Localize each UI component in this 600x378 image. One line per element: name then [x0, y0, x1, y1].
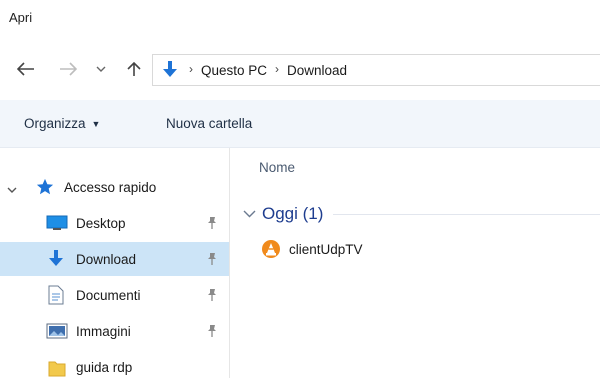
new-folder-button[interactable]: Nuova cartella	[166, 116, 252, 131]
forward-button[interactable]	[58, 59, 78, 79]
sidebar-item-desktop[interactable]: Desktop	[0, 206, 229, 240]
sidebar-item-guida-rdp[interactable]: guida rdp	[0, 350, 229, 378]
caret-down-icon: ▼	[91, 118, 101, 129]
new-folder-label: Nuova cartella	[166, 116, 253, 131]
desktop-icon	[46, 215, 68, 231]
document-icon	[48, 285, 64, 305]
window-title: Apri	[9, 10, 33, 25]
back-button[interactable]	[16, 59, 36, 79]
sidebar-item-label: guida rdp	[76, 360, 133, 375]
sidebar-item-label: Download	[76, 252, 137, 267]
organize-label: Organizza	[24, 116, 86, 131]
organize-button[interactable]: Organizza ▼	[24, 116, 100, 131]
pin-icon[interactable]	[206, 252, 218, 269]
sidebar-item-immagini[interactable]: Immagini	[0, 314, 229, 348]
chevron-down-icon	[96, 66, 106, 72]
folder-icon	[48, 359, 66, 377]
recent-locations-button[interactable]	[94, 59, 108, 79]
star-icon	[36, 178, 54, 196]
breadcrumb-separator: ›	[189, 62, 193, 76]
images-icon	[46, 323, 68, 339]
arrow-left-icon	[17, 62, 34, 76]
pin-icon[interactable]	[206, 288, 218, 305]
pin-icon[interactable]	[206, 324, 218, 341]
arrow-right-icon	[60, 62, 77, 76]
address-bar[interactable]: › Questo PC › Download	[152, 54, 600, 86]
navigation-bar: › Questo PC › Download	[0, 46, 600, 92]
list-item[interactable]: clientUdpTV	[261, 236, 363, 262]
chevron-down-icon[interactable]	[7, 182, 17, 197]
vlc-cone-icon	[261, 239, 281, 259]
sidebar-item-download[interactable]: Download	[0, 242, 229, 276]
pin-icon[interactable]	[206, 216, 218, 233]
breadcrumb-questo-pc[interactable]: Questo PC	[201, 63, 267, 78]
arrow-up-icon	[127, 61, 141, 76]
group-divider	[333, 213, 600, 215]
sidebar-item-label: Immagini	[76, 324, 131, 339]
sidebar-item-label: Desktop	[76, 216, 126, 231]
navigation-pane: Accesso rapido Desktop Download Document…	[0, 148, 230, 378]
breadcrumb-separator: ›	[275, 62, 280, 76]
sidebar-item-documenti[interactable]: Documenti	[0, 278, 229, 312]
command-toolbar: Organizza ▼ Nuova cartella	[0, 100, 600, 148]
download-icon	[46, 249, 66, 269]
group-header-today[interactable]: Oggi (1)	[243, 202, 600, 226]
sidebar-item-label: Accesso rapido	[64, 180, 157, 195]
up-button[interactable]	[124, 59, 144, 79]
sidebar-item-label: Documenti	[76, 288, 141, 303]
file-list-pane: Nome Oggi (1) clientUdpTV	[231, 148, 600, 378]
column-header-name[interactable]: Nome	[259, 160, 295, 175]
group-title: Oggi (1)	[262, 204, 324, 223]
title-bar: Apri	[0, 0, 600, 40]
chevron-down-icon[interactable]	[243, 210, 256, 218]
file-name: clientUdpTV	[289, 241, 363, 257]
download-icon	[161, 60, 179, 80]
breadcrumb-download[interactable]: Download	[287, 63, 347, 78]
sidebar-item-quick-access[interactable]: Accesso rapido	[0, 170, 229, 204]
